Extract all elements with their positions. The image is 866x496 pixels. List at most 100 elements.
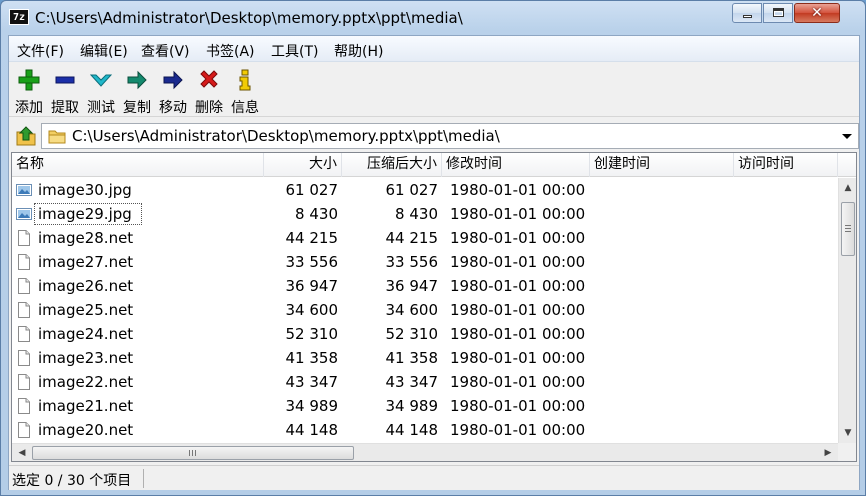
title-bar[interactable]: 7z C:\Users\Administrator\Desktop\memory… bbox=[1, 1, 865, 35]
folder-up-icon[interactable] bbox=[13, 124, 39, 148]
scroll-down-arrow-icon[interactable]: ▼ bbox=[840, 425, 856, 441]
plus-icon bbox=[18, 69, 40, 91]
vertical-scroll-thumb[interactable] bbox=[841, 202, 855, 256]
column-name[interactable]: 名称 bbox=[12, 153, 264, 177]
table-row[interactable]: image20.net 44 148 44 148 1980-01-01 00:00 bbox=[12, 418, 838, 442]
file-packed-size-cell: 34 989 bbox=[385, 397, 439, 415]
file-modified-cell: 1980-01-01 00:00 bbox=[450, 205, 586, 223]
file-icon bbox=[18, 326, 30, 342]
file-icon bbox=[18, 254, 30, 270]
file-icon bbox=[18, 278, 30, 294]
app-window: 7z C:\Users\Administrator\Desktop\memory… bbox=[0, 0, 866, 496]
test-button[interactable]: 测试 bbox=[83, 67, 119, 116]
focus-rectangle bbox=[34, 203, 142, 225]
add-label: 添加 bbox=[15, 100, 43, 116]
scroll-corner bbox=[838, 443, 856, 461]
check-icon bbox=[90, 74, 112, 87]
file-name-cell: image21.net bbox=[38, 397, 134, 415]
file-modified-cell: 1980-01-01 00:00 bbox=[450, 181, 586, 199]
extract-button[interactable]: 提取 bbox=[47, 67, 83, 116]
toolbar: 添加 提取 测试 复制 移动 删除 信息 bbox=[9, 63, 859, 117]
grip-line bbox=[195, 450, 196, 456]
file-size-cell: 61 027 bbox=[285, 181, 339, 199]
file-modified-cell: 1980-01-01 00:00 bbox=[450, 325, 586, 343]
status-text: 选定 0 / 30 个项目 bbox=[12, 473, 132, 489]
file-rows: image30.jpg 61 027 61 027 1980-01-01 00:00 i… bbox=[12, 178, 838, 442]
delete-button[interactable]: 删除 bbox=[191, 67, 227, 116]
file-modified-cell: 1980-01-01 00:00 bbox=[450, 421, 586, 439]
file-size-cell: 34 600 bbox=[285, 301, 339, 319]
file-modified-cell: 1980-01-01 00:00 bbox=[450, 277, 586, 295]
file-name-cell: image27.net bbox=[38, 253, 134, 271]
table-row[interactable]: image28.net 44 215 44 215 1980-01-01 00:00 bbox=[12, 226, 838, 250]
horizontal-scroll-thumb[interactable] bbox=[32, 446, 354, 460]
minus-icon bbox=[55, 76, 75, 84]
column-packed-size[interactable]: 压缩后大小 bbox=[342, 153, 442, 177]
window-title: C:\Users\Administrator\Desktop\memory.pp… bbox=[35, 9, 463, 27]
file-icon bbox=[18, 302, 30, 318]
image-file-icon bbox=[16, 184, 32, 196]
minimize-button[interactable] bbox=[732, 3, 762, 23]
file-name-cell: image23.net bbox=[38, 349, 134, 367]
grip-line bbox=[845, 225, 851, 226]
delete-label: 删除 bbox=[195, 100, 223, 116]
maximize-button[interactable] bbox=[763, 3, 793, 23]
app-logo-icon: 7z bbox=[9, 9, 29, 25]
close-button[interactable]: ✕ bbox=[794, 3, 840, 23]
delete-x-icon bbox=[200, 70, 218, 88]
menu-help[interactable]: 帮助(H) bbox=[334, 41, 383, 61]
info-button[interactable]: 信息 bbox=[227, 67, 263, 116]
table-row[interactable]: image25.net 34 600 34 600 1980-01-01 00:00 bbox=[12, 298, 838, 322]
file-name-cell: image25.net bbox=[38, 301, 134, 319]
table-row[interactable]: image29.jpg 8 430 8 430 1980-01-01 00:00 bbox=[12, 202, 838, 226]
maximize-icon bbox=[773, 8, 784, 17]
chevron-down-icon[interactable] bbox=[838, 126, 856, 146]
column-modified[interactable]: 修改时间 bbox=[442, 153, 590, 177]
address-path: C:\Users\Administrator\Desktop\memory.pp… bbox=[72, 127, 500, 145]
file-icon bbox=[18, 350, 30, 366]
move-button[interactable]: 移动 bbox=[155, 67, 191, 116]
info-icon bbox=[239, 69, 251, 91]
scroll-left-arrow-icon[interactable]: ◀ bbox=[14, 445, 30, 461]
file-list: 名称 大小 压缩后大小 修改时间 创建时间 访问时间 image30.jpg 61… bbox=[11, 152, 857, 462]
copy-button[interactable]: 复制 bbox=[119, 67, 155, 116]
copy-label: 复制 bbox=[123, 100, 151, 116]
table-row[interactable]: image30.jpg 61 027 61 027 1980-01-01 00:00 bbox=[12, 178, 838, 202]
move-label: 移动 bbox=[159, 100, 187, 116]
file-icon bbox=[18, 374, 30, 390]
file-modified-cell: 1980-01-01 00:00 bbox=[450, 229, 586, 247]
file-packed-size-cell: 34 600 bbox=[385, 301, 439, 319]
file-name-cell: image30.jpg bbox=[38, 181, 132, 199]
menu-view[interactable]: 查看(V) bbox=[141, 41, 190, 61]
file-size-cell: 41 358 bbox=[285, 349, 339, 367]
file-modified-cell: 1980-01-01 00:00 bbox=[450, 397, 586, 415]
menu-bookmarks[interactable]: 书签(A) bbox=[206, 41, 255, 61]
grip-line bbox=[845, 228, 851, 229]
column-accessed[interactable]: 访问时间 bbox=[734, 153, 838, 177]
scroll-up-arrow-icon[interactable]: ▲ bbox=[840, 180, 856, 196]
table-row[interactable]: image23.net 41 358 41 358 1980-01-01 00:00 bbox=[12, 346, 838, 370]
file-icon bbox=[18, 422, 30, 438]
menu-file[interactable]: 文件(F) bbox=[17, 41, 64, 61]
table-row[interactable]: image26.net 36 947 36 947 1980-01-01 00:00 bbox=[12, 274, 838, 298]
file-packed-size-cell: 44 148 bbox=[385, 421, 439, 439]
menu-bar: 文件(F) 编辑(E) 查看(V) 书签(A) 工具(T) 帮助(H) bbox=[9, 36, 859, 62]
menu-tools[interactable]: 工具(T) bbox=[271, 41, 318, 61]
file-packed-size-cell: 33 556 bbox=[385, 253, 439, 271]
move-arrow-icon bbox=[163, 70, 183, 90]
client-area: 文件(F) 编辑(E) 查看(V) 书签(A) 工具(T) 帮助(H) 添加 提… bbox=[8, 35, 860, 490]
table-row[interactable]: image22.net 43 347 43 347 1980-01-01 00:00 bbox=[12, 370, 838, 394]
column-size[interactable]: 大小 bbox=[264, 153, 342, 177]
add-button[interactable]: 添加 bbox=[11, 67, 47, 116]
table-row[interactable]: image21.net 34 989 34 989 1980-01-01 00:00 bbox=[12, 394, 838, 418]
address-field[interactable]: C:\Users\Administrator\Desktop\memory.pp… bbox=[41, 123, 859, 149]
file-modified-cell: 1980-01-01 00:00 bbox=[450, 349, 586, 367]
horizontal-scrollbar[interactable]: ◀ ▶ bbox=[12, 443, 838, 461]
vertical-scrollbar[interactable]: ▲ ▼ bbox=[838, 178, 856, 443]
scroll-right-arrow-icon[interactable]: ▶ bbox=[820, 445, 836, 461]
menu-edit[interactable]: 编辑(E) bbox=[80, 41, 128, 61]
column-created[interactable]: 创建时间 bbox=[590, 153, 734, 177]
table-row[interactable]: image24.net 52 310 52 310 1980-01-01 00:00 bbox=[12, 322, 838, 346]
file-modified-cell: 1980-01-01 00:00 bbox=[450, 253, 586, 271]
table-row[interactable]: image27.net 33 556 33 556 1980-01-01 00:00 bbox=[12, 250, 838, 274]
